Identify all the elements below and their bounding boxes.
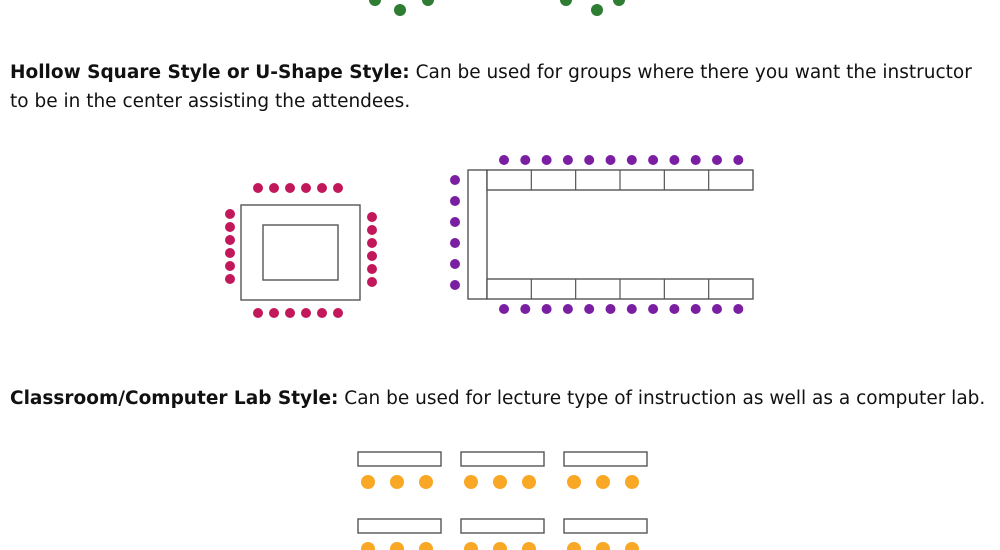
classroom-seat bbox=[493, 475, 507, 489]
hollow-square-seat-bottom bbox=[301, 308, 311, 318]
hollow-square-seat-right bbox=[367, 264, 377, 274]
hollow-square-seat-left bbox=[225, 261, 235, 271]
hollow-square-seat-left bbox=[225, 235, 235, 245]
u-shape-seat-top bbox=[690, 155, 701, 165]
u-shape-seat-left bbox=[450, 280, 460, 290]
hollow-square-seat-bottom bbox=[253, 308, 263, 318]
green-seat-dot bbox=[613, 0, 625, 6]
u-shape-seat-bottom bbox=[499, 304, 509, 314]
classroom-seat bbox=[419, 475, 433, 489]
seating-diagrams bbox=[225, 0, 754, 550]
u-shape-seat-left bbox=[450, 217, 460, 227]
classroom-desk bbox=[460, 518, 545, 534]
classroom-seat bbox=[596, 475, 610, 489]
green-seat-dot bbox=[394, 4, 406, 16]
u-shape-seat-top bbox=[584, 155, 595, 165]
u-shape-seat-left bbox=[450, 238, 460, 248]
hollow-square-seat-right bbox=[367, 251, 377, 261]
u-shape-seat-top bbox=[605, 155, 616, 165]
hollow-square-inner-table bbox=[262, 224, 339, 281]
classroom-seat bbox=[625, 475, 639, 489]
hollow-square-seat-top bbox=[301, 183, 311, 193]
classroom-seat bbox=[567, 475, 581, 489]
classroom-seat bbox=[522, 475, 536, 489]
green-seat-dot bbox=[591, 4, 603, 16]
classroom-seat bbox=[361, 542, 375, 550]
classroom-desk bbox=[357, 518, 442, 534]
u-shape-seat-bottom bbox=[541, 304, 552, 314]
classroom-seat bbox=[464, 542, 478, 550]
hollow-square-seat-right bbox=[367, 212, 377, 222]
hollow-square-seat-left bbox=[225, 209, 235, 219]
u-shape-left-table bbox=[467, 169, 488, 300]
classroom-seat bbox=[567, 542, 581, 550]
hollow-square-seat-top bbox=[253, 183, 263, 193]
hollow-square-seat-left bbox=[225, 274, 235, 284]
u-shape-seat-top bbox=[520, 155, 531, 165]
u-shape-seat-top bbox=[712, 155, 722, 165]
classroom-seat bbox=[464, 475, 478, 489]
hollow-square-seat-bottom bbox=[269, 308, 279, 318]
u-shape-seat-left bbox=[450, 175, 460, 185]
classroom-seat bbox=[419, 542, 433, 550]
classroom-seat bbox=[522, 542, 536, 550]
hollow-square-seat-bottom bbox=[333, 308, 343, 318]
hollow-square-seat-right bbox=[367, 238, 377, 248]
u-shape-seat-left bbox=[450, 259, 460, 269]
hollow-square-seat-top bbox=[285, 183, 295, 193]
u-shape-seat-bottom bbox=[648, 304, 659, 314]
u-shape-seat-bottom bbox=[669, 304, 680, 314]
hollow-square-seat-bottom bbox=[317, 308, 327, 318]
u-shape-seat-top bbox=[541, 155, 552, 165]
u-shape-seat-bottom bbox=[690, 304, 701, 314]
hollow-square-seat-top bbox=[269, 183, 279, 193]
green-seat-dot bbox=[369, 0, 381, 6]
u-shape-seat-bottom bbox=[626, 304, 637, 314]
hollow-square-seat-right bbox=[367, 225, 377, 235]
u-shape-seat-bottom bbox=[584, 304, 595, 314]
classroom-seat bbox=[390, 542, 404, 550]
u-shape-seat-top bbox=[733, 155, 744, 165]
green-seat-dot bbox=[422, 0, 434, 6]
u-shape-seat-bottom bbox=[562, 304, 573, 314]
u-shape-seat-top bbox=[562, 155, 573, 165]
hollow-square-seat-left bbox=[225, 248, 235, 258]
classroom-desk bbox=[563, 518, 648, 534]
u-shape-seat-bottom bbox=[520, 304, 531, 314]
u-shape-seat-top bbox=[669, 155, 680, 165]
u-shape-seat-bottom bbox=[712, 304, 722, 314]
classroom-seat bbox=[493, 542, 507, 550]
classroom-seat bbox=[596, 542, 610, 550]
classroom-desk bbox=[460, 451, 545, 467]
hollow-square-seat-right bbox=[367, 277, 377, 287]
green-seat-dot bbox=[560, 0, 572, 6]
u-shape-seat-left bbox=[450, 196, 460, 206]
classroom-seat bbox=[390, 475, 404, 489]
classroom-seat bbox=[625, 542, 639, 550]
u-shape-seat-top bbox=[499, 155, 509, 165]
classroom-desk bbox=[563, 451, 648, 467]
classroom-desk bbox=[357, 451, 442, 467]
u-shape-seat-bottom bbox=[733, 304, 744, 314]
u-shape-seat-top bbox=[626, 155, 637, 165]
hollow-square-seat-top bbox=[317, 183, 327, 193]
u-shape-seat-bottom bbox=[605, 304, 616, 314]
u-shape-seat-top bbox=[648, 155, 659, 165]
hollow-square-seat-top bbox=[333, 183, 343, 193]
classroom-seat bbox=[361, 475, 375, 489]
hollow-square-seat-left bbox=[225, 222, 235, 232]
hollow-square-seat-bottom bbox=[285, 308, 295, 318]
